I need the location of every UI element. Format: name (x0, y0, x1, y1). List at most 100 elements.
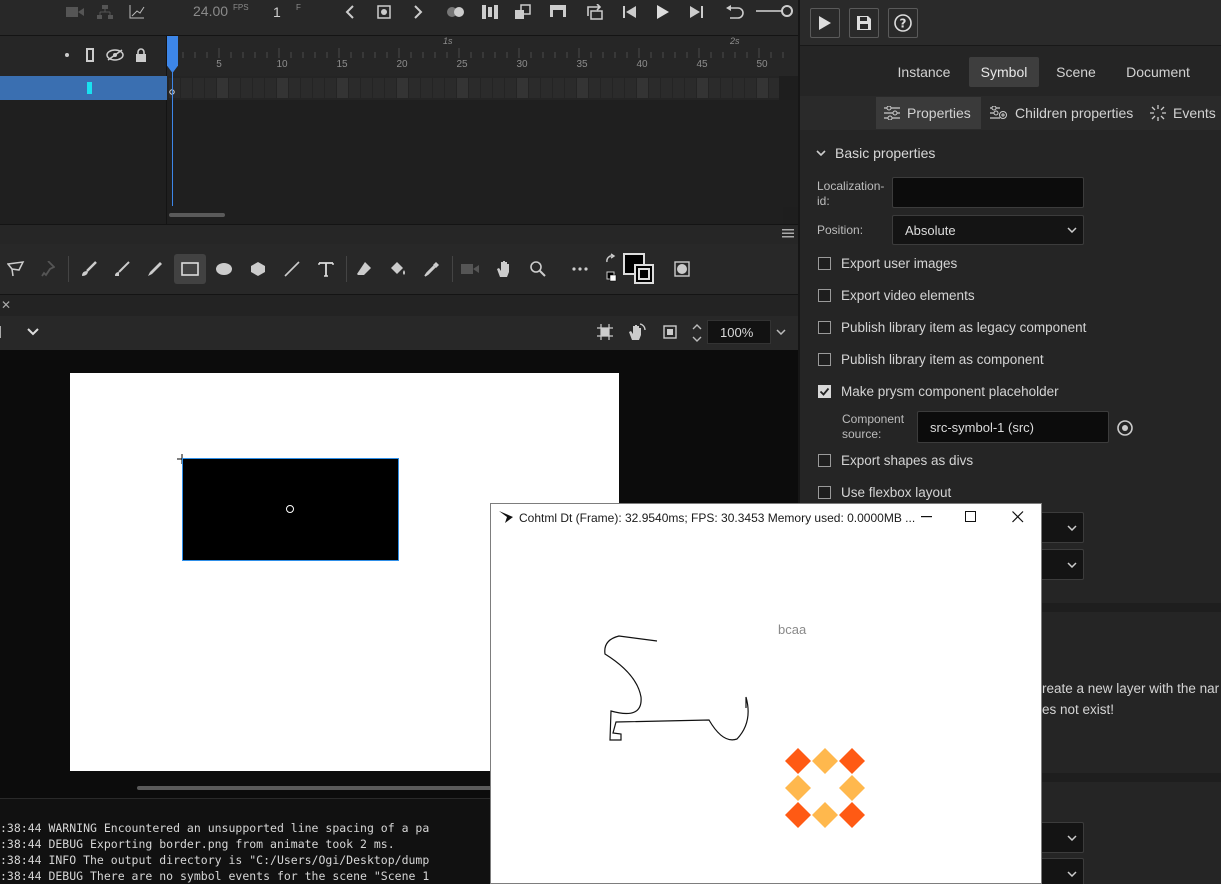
zoom-icon[interactable] (526, 257, 550, 281)
section-title[interactable]: Basic properties (835, 145, 935, 161)
frame-cell[interactable] (589, 78, 600, 98)
export-shapes-divs-checkbox[interactable]: Export shapes as divs (818, 453, 973, 468)
frame-cell[interactable] (301, 78, 312, 98)
frame-cell[interactable] (361, 78, 372, 98)
eyedropper-icon[interactable] (420, 257, 444, 281)
transform-point[interactable] (286, 505, 294, 513)
frame-cell[interactable] (409, 78, 420, 98)
preview-play-button[interactable] (810, 8, 840, 38)
frame-cell[interactable] (217, 78, 228, 98)
zoom-stepper-icon[interactable] (690, 321, 704, 345)
subtab-children-properties[interactable]: Children properties (990, 97, 1133, 129)
save-button[interactable] (849, 8, 879, 38)
subtab-properties[interactable]: Properties (876, 97, 981, 129)
panel-menu-icon[interactable] (780, 226, 796, 240)
undo-icon[interactable] (724, 2, 746, 22)
frame-cell[interactable] (481, 78, 492, 98)
brush-icon[interactable] (110, 257, 134, 281)
layer-parenting-icon[interactable] (94, 2, 116, 22)
frames-row[interactable] (167, 76, 779, 100)
checkbox-box[interactable] (818, 353, 831, 366)
publish-component-checkbox[interactable]: Publish library item as component (818, 352, 1044, 367)
scene-selector-edge[interactable] (0, 326, 4, 338)
frame-cell[interactable] (733, 78, 744, 98)
more-tools-icon[interactable] (568, 257, 592, 281)
target-icon[interactable] (1115, 418, 1135, 438)
checkbox-box[interactable] (818, 454, 831, 467)
frame-cell[interactable] (253, 78, 264, 98)
flexbox-layout-checkbox[interactable]: Use flexbox layout (818, 485, 951, 500)
close-icon[interactable] (1009, 508, 1027, 526)
graph-icon[interactable] (126, 2, 148, 22)
frame-cell[interactable] (349, 78, 360, 98)
outline-icon[interactable] (86, 48, 94, 62)
frame-cell[interactable] (541, 78, 552, 98)
frame-cell[interactable] (721, 78, 732, 98)
localization-id-input[interactable] (892, 177, 1084, 208)
checkbox-box[interactable] (818, 257, 831, 270)
tab-document[interactable]: Document (1118, 57, 1198, 87)
frame-cell[interactable] (169, 78, 180, 98)
tab-symbol[interactable]: Symbol (969, 57, 1039, 87)
frame-cell[interactable] (649, 78, 660, 98)
frame-cell[interactable] (565, 78, 576, 98)
export-video-elements-checkbox[interactable]: Export video elements (818, 288, 975, 303)
lasso-icon[interactable] (4, 257, 28, 281)
timeline-scrollbar[interactable] (169, 213, 225, 217)
frame-cell[interactable] (673, 78, 684, 98)
minimize-icon[interactable] (918, 508, 936, 526)
oval-icon[interactable] (212, 257, 236, 281)
frame-cell[interactable] (517, 78, 528, 98)
frame-cell[interactable] (229, 78, 240, 98)
polystar-icon[interactable] (246, 257, 270, 281)
checkbox-box[interactable] (818, 321, 831, 334)
frame-cell[interactable] (553, 78, 564, 98)
visibility-icon[interactable] (105, 46, 125, 64)
frame-cell[interactable] (433, 78, 444, 98)
frame-cell[interactable] (613, 78, 624, 98)
camera-icon[interactable] (64, 2, 86, 22)
frame-cell[interactable] (445, 78, 456, 98)
frame-cell[interactable] (661, 78, 672, 98)
play-icon[interactable] (653, 2, 673, 22)
dot-icon[interactable] (65, 53, 69, 57)
snap-icon[interactable] (595, 322, 615, 342)
frame-cell[interactable] (637, 78, 648, 98)
frame-cell[interactable] (745, 78, 756, 98)
frame-cell[interactable] (769, 78, 779, 98)
export-user-images-checkbox[interactable]: Export user images (818, 256, 957, 271)
frame-cell[interactable] (757, 78, 768, 98)
component-source-input[interactable]: src-symbol-1 (src) (917, 411, 1109, 443)
lock-icon[interactable] (132, 45, 150, 65)
timeline-zoom-slider-track[interactable] (756, 10, 782, 12)
layer-row-selected[interactable] (0, 76, 167, 100)
step-back-icon[interactable] (620, 2, 640, 22)
clip-content-icon[interactable] (660, 322, 680, 342)
frame-cell[interactable] (529, 78, 540, 98)
create-motion-tween-icon[interactable] (547, 2, 569, 22)
publish-legacy-component-checkbox[interactable]: Publish library item as legacy component (818, 320, 1086, 335)
checkbox-box[interactable] (818, 289, 831, 302)
maximize-icon[interactable] (962, 508, 980, 526)
paint-brush-icon[interactable] (77, 257, 101, 281)
frame-cell[interactable] (697, 78, 708, 98)
section-collapse-icon[interactable] (814, 146, 828, 160)
step-forward-icon[interactable] (686, 2, 706, 22)
paint-bucket-icon[interactable] (386, 257, 410, 281)
playhead[interactable] (172, 36, 173, 206)
onion-skin-icon[interactable] (445, 2, 467, 22)
create-classic-tween-icon[interactable] (512, 2, 534, 22)
frame-cell[interactable] (313, 78, 324, 98)
rectangle-icon[interactable] (178, 257, 202, 281)
frame-cell[interactable] (685, 78, 696, 98)
stage-scrollbar[interactable] (137, 786, 497, 790)
frame-cell[interactable] (457, 78, 468, 98)
subtab-events[interactable]: Events (1150, 97, 1216, 129)
line-icon[interactable] (280, 257, 304, 281)
pencil-icon[interactable] (143, 257, 167, 281)
frame-cell[interactable] (421, 78, 432, 98)
frame-cell[interactable] (265, 78, 276, 98)
frame-cell[interactable] (397, 78, 408, 98)
frame-cell[interactable] (493, 78, 504, 98)
current-frame-value[interactable]: 1 (273, 4, 281, 20)
